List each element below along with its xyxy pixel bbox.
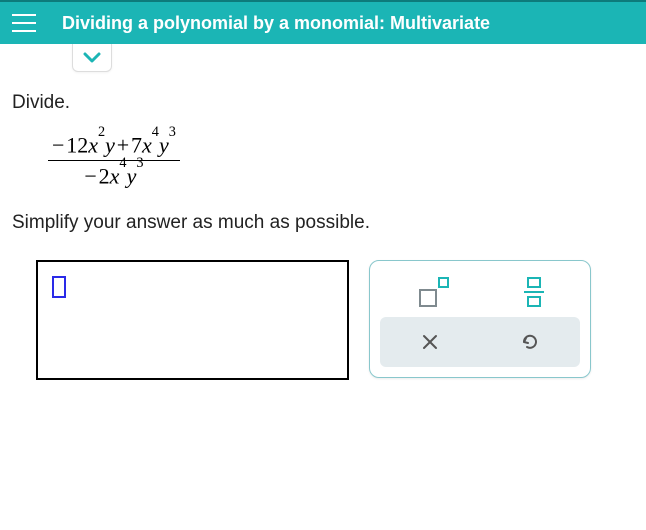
fraction-tool[interactable]: [524, 277, 544, 307]
simplify-text: Simplify your answer as much as possible…: [12, 212, 634, 234]
undo-button[interactable]: [510, 327, 550, 357]
app-header: Dividing a polynomial by a monomial: Mul…: [0, 0, 646, 44]
content-area: Divide. − 12x2y + 7x4y3 − 2x4y3 Simplify…: [0, 44, 646, 380]
dropdown-toggle[interactable]: [72, 44, 112, 72]
prompt-text: Divide.: [12, 92, 634, 114]
tool-palette: [369, 260, 591, 378]
clear-button[interactable]: [410, 327, 450, 357]
answer-input[interactable]: [36, 260, 349, 380]
chevron-down-icon: [83, 52, 101, 64]
menu-icon[interactable]: [12, 14, 36, 32]
answer-cursor: [52, 276, 66, 298]
math-expression: − 12x2y + 7x4y3 − 2x4y3: [12, 132, 634, 190]
undo-icon: [519, 331, 541, 353]
clear-icon: [421, 333, 439, 351]
page-title: Dividing a polynomial by a monomial: Mul…: [62, 13, 490, 34]
superscript-tool[interactable]: [417, 277, 451, 307]
